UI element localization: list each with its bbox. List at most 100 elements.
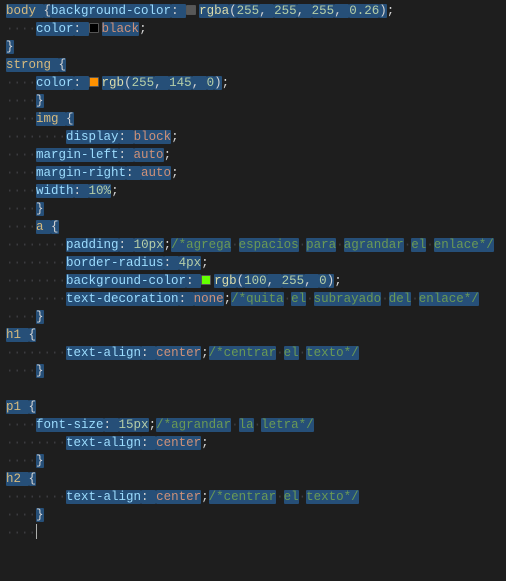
token-num: 255 bbox=[282, 274, 305, 288]
code-line[interactable]: ····} bbox=[0, 308, 506, 326]
whitespace-dot: · bbox=[254, 418, 262, 432]
code-line[interactable]: ····} bbox=[0, 362, 506, 380]
code-line[interactable]: ····} bbox=[0, 200, 506, 218]
token-comment: enlace*/ bbox=[419, 292, 479, 306]
token-punc: : bbox=[141, 346, 156, 360]
code-line[interactable]: ····color: rgb(255, 145, 0); bbox=[0, 74, 506, 92]
token-punc: { bbox=[44, 4, 52, 18]
token-punc: } bbox=[36, 310, 44, 324]
token-sel: body bbox=[6, 4, 44, 18]
code-line[interactable]: p1 { bbox=[0, 398, 506, 416]
token-comment: /*quita bbox=[231, 292, 284, 306]
token-punc: ; bbox=[201, 436, 209, 450]
token-comment: /*centrar bbox=[209, 346, 277, 360]
whitespace-dot: · bbox=[411, 292, 419, 306]
code-line[interactable]: h2 { bbox=[0, 470, 506, 488]
code-line[interactable]: ····color: black; bbox=[0, 20, 506, 38]
whitespace-dot: · bbox=[306, 292, 314, 306]
token-punc: } bbox=[36, 94, 44, 108]
token-num: 4px bbox=[179, 256, 202, 270]
indent-dots: ···· bbox=[6, 310, 36, 324]
token-punc: ; bbox=[222, 76, 230, 90]
code-line[interactable]: ···· bbox=[0, 524, 506, 542]
token-val: center bbox=[156, 436, 201, 450]
token-punc: ; bbox=[149, 418, 157, 432]
token-comment: /*agrandar bbox=[156, 418, 231, 432]
token-punc: } bbox=[36, 454, 44, 468]
code-line[interactable]: } bbox=[0, 38, 506, 56]
code-line[interactable]: h1 { bbox=[0, 326, 506, 344]
token-prop: margin-left bbox=[36, 148, 119, 162]
code-line[interactable]: ····a { bbox=[0, 218, 506, 236]
code-line[interactable]: ····width: 10%; bbox=[0, 182, 506, 200]
code-line[interactable]: strong { bbox=[0, 56, 506, 74]
token-punc: { bbox=[66, 112, 74, 126]
code-line[interactable]: ····img { bbox=[0, 110, 506, 128]
token-punc: : bbox=[119, 238, 134, 252]
code-line[interactable]: ········padding: 10px;/*agrega·espacios·… bbox=[0, 236, 506, 254]
code-line[interactable]: ········text-align: center;/*centrar·el·… bbox=[0, 344, 506, 362]
token-punc: } bbox=[36, 364, 44, 378]
token-sel: h2 bbox=[6, 472, 29, 486]
code-editor[interactable]: body {background-color: rgba(255, 255, 2… bbox=[0, 2, 506, 542]
code-line[interactable]: ········background-color: rgb(100, 255, … bbox=[0, 272, 506, 290]
token-punc: , bbox=[334, 4, 349, 18]
token-comment: subrayado bbox=[314, 292, 382, 306]
color-swatch[interactable] bbox=[89, 77, 99, 87]
token-comment: el bbox=[411, 238, 426, 252]
token-punc: ; bbox=[111, 184, 119, 198]
token-punc: , bbox=[297, 4, 312, 18]
token-punc: { bbox=[29, 472, 37, 486]
code-line[interactable]: ····margin-left: auto; bbox=[0, 146, 506, 164]
code-line[interactable]: ········border-radius: 4px; bbox=[0, 254, 506, 272]
token-punc: ; bbox=[387, 4, 395, 18]
code-line[interactable]: ····} bbox=[0, 452, 506, 470]
code-line[interactable]: ········text-align: center;/*centrar·el·… bbox=[0, 488, 506, 506]
token-num: 100 bbox=[244, 274, 267, 288]
code-line[interactable]: ····margin-right: auto; bbox=[0, 164, 506, 182]
code-line[interactable] bbox=[0, 380, 506, 398]
indent-dots: ···· bbox=[6, 148, 36, 162]
code-line[interactable]: ········text-align: center; bbox=[0, 434, 506, 452]
token-punc: : bbox=[74, 22, 89, 36]
token-prop: text-align bbox=[66, 490, 141, 504]
token-prop: width bbox=[36, 184, 74, 198]
whitespace-dot: · bbox=[381, 292, 389, 306]
token-val: auto bbox=[141, 166, 171, 180]
indent-dots: ···· bbox=[6, 94, 36, 108]
whitespace-dot: · bbox=[284, 292, 292, 306]
color-swatch[interactable] bbox=[89, 23, 99, 33]
indent-dots: ···· bbox=[36, 346, 66, 360]
token-prop: padding bbox=[66, 238, 119, 252]
token-prop: display bbox=[66, 130, 119, 144]
indent-dots: ···· bbox=[6, 130, 36, 144]
code-line[interactable]: ····} bbox=[0, 506, 506, 524]
color-swatch[interactable] bbox=[186, 5, 196, 15]
token-num: 255 bbox=[237, 4, 260, 18]
token-punc: : bbox=[141, 490, 156, 504]
indent-dots: ···· bbox=[6, 166, 36, 180]
code-line[interactable]: body {background-color: rgba(255, 255, 2… bbox=[0, 2, 506, 20]
color-swatch[interactable] bbox=[201, 275, 211, 285]
token-sel: img bbox=[36, 112, 66, 126]
token-val: center bbox=[156, 490, 201, 504]
token-punc: { bbox=[29, 400, 37, 414]
code-line[interactable]: ········display: block; bbox=[0, 128, 506, 146]
token-num: 145 bbox=[169, 76, 192, 90]
token-prop: text-decoration bbox=[66, 292, 179, 306]
token-comment: el bbox=[291, 292, 306, 306]
token-sel: h1 bbox=[6, 328, 29, 342]
indent-dots: ···· bbox=[36, 274, 66, 288]
code-line[interactable]: ········text-decoration: none;/*quita·el… bbox=[0, 290, 506, 308]
code-line[interactable]: ····} bbox=[0, 92, 506, 110]
whitespace-dot: · bbox=[276, 346, 284, 360]
token-prop: border-radius bbox=[66, 256, 164, 270]
token-comment: letra*/ bbox=[261, 418, 314, 432]
token-punc: { bbox=[29, 328, 37, 342]
token-punc: ; bbox=[201, 346, 209, 360]
token-punc: ; bbox=[201, 490, 209, 504]
code-line[interactable]: ····font-size: 15px;/*agrandar·la·letra*… bbox=[0, 416, 506, 434]
token-comment: espacios bbox=[239, 238, 299, 252]
token-val: block bbox=[134, 130, 172, 144]
token-prop: font-size bbox=[36, 418, 104, 432]
